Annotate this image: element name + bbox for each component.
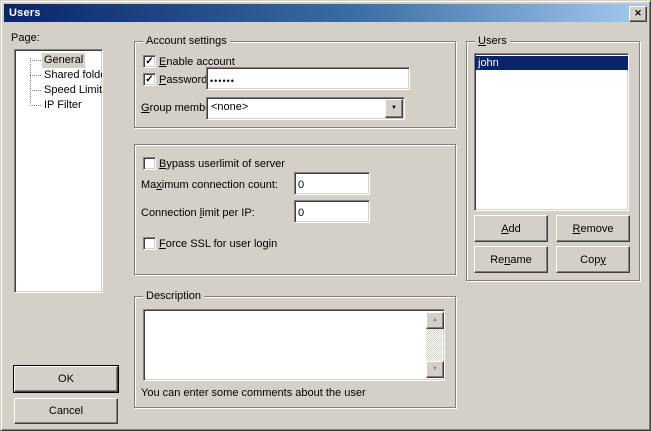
- copy-button[interactable]: Copy: [556, 246, 630, 273]
- check-icon: ✓: [145, 56, 153, 67]
- description-hint: You can enter some comments about the us…: [141, 387, 366, 399]
- group-account-settings-caption: Account settings: [143, 35, 230, 47]
- connection-limit-label: Connection limit per IP:: [141, 207, 255, 219]
- password-checkbox[interactable]: ✓: [143, 73, 156, 86]
- connection-limit-field-frame: [294, 200, 370, 223]
- enable-account-checkbox[interactable]: ✓: [143, 55, 156, 68]
- ok-button[interactable]: OK: [14, 366, 118, 392]
- down-arrow-icon: ▼: [432, 366, 438, 372]
- tree-item-label: Speed Limits: [42, 83, 103, 98]
- password-label: Password:: [159, 74, 210, 86]
- chevron-down-icon: ▼: [391, 105, 397, 111]
- group-users-caption: Users: [475, 35, 510, 47]
- bypass-userlimit-checkbox[interactable]: [143, 157, 156, 170]
- users-listbox[interactable]: john: [474, 53, 629, 211]
- cancel-button[interactable]: Cancel: [14, 398, 118, 424]
- close-icon: ✕: [634, 8, 642, 18]
- scroll-up-button[interactable]: ▲: [426, 312, 444, 329]
- max-connection-input[interactable]: [295, 173, 369, 194]
- group-membership-dropdown-button[interactable]: ▼: [385, 99, 403, 118]
- users-dialog: Users ✕ Page: General Shared folders Spe…: [0, 0, 651, 431]
- up-arrow-icon: ▲: [432, 317, 438, 323]
- tree-item-label: General: [42, 53, 85, 68]
- password-field-frame: [206, 67, 410, 90]
- force-ssl-checkbox[interactable]: [143, 237, 156, 250]
- max-connection-label: Maximum connection count:: [141, 179, 278, 191]
- description-scrollbar[interactable]: ▲ ▼: [426, 312, 442, 378]
- force-ssl-label: Force SSL for user login: [159, 238, 277, 250]
- tree-item-label: Shared folders: [42, 68, 103, 83]
- title-bar[interactable]: Users: [4, 4, 647, 22]
- group-membership-value: <none>: [211, 101, 248, 113]
- scroll-down-button[interactable]: ▼: [426, 361, 444, 378]
- remove-button[interactable]: Remove: [556, 215, 630, 242]
- max-connection-field-frame: [294, 172, 370, 195]
- tree-item-shared-folders[interactable]: Shared folders: [15, 68, 102, 83]
- password-input[interactable]: [207, 68, 409, 89]
- page-label: Page:: [11, 32, 40, 44]
- tree-item-ip-filter[interactable]: IP Filter: [15, 98, 102, 113]
- page-tree[interactable]: General Shared folders Speed Limits IP F…: [14, 49, 103, 293]
- user-name: john: [478, 57, 499, 69]
- list-item-john[interactable]: john: [475, 56, 628, 70]
- rename-button[interactable]: Rename: [474, 246, 548, 273]
- group-description-caption: Description: [143, 290, 204, 302]
- close-button[interactable]: ✕: [629, 6, 647, 22]
- check-icon: ✓: [145, 74, 153, 85]
- tree-item-speed-limits[interactable]: Speed Limits: [15, 83, 102, 98]
- description-textarea[interactable]: ▲ ▼: [143, 309, 445, 381]
- tree-item-label: IP Filter: [42, 98, 84, 113]
- add-button[interactable]: Add: [474, 215, 548, 242]
- connection-limit-input[interactable]: [295, 201, 369, 222]
- bypass-userlimit-label: Bypass userlimit of server: [159, 158, 285, 170]
- window-title: Users: [9, 7, 41, 19]
- tree-item-general[interactable]: General: [15, 53, 102, 68]
- group-membership-combobox[interactable]: <none> ▼: [206, 97, 405, 120]
